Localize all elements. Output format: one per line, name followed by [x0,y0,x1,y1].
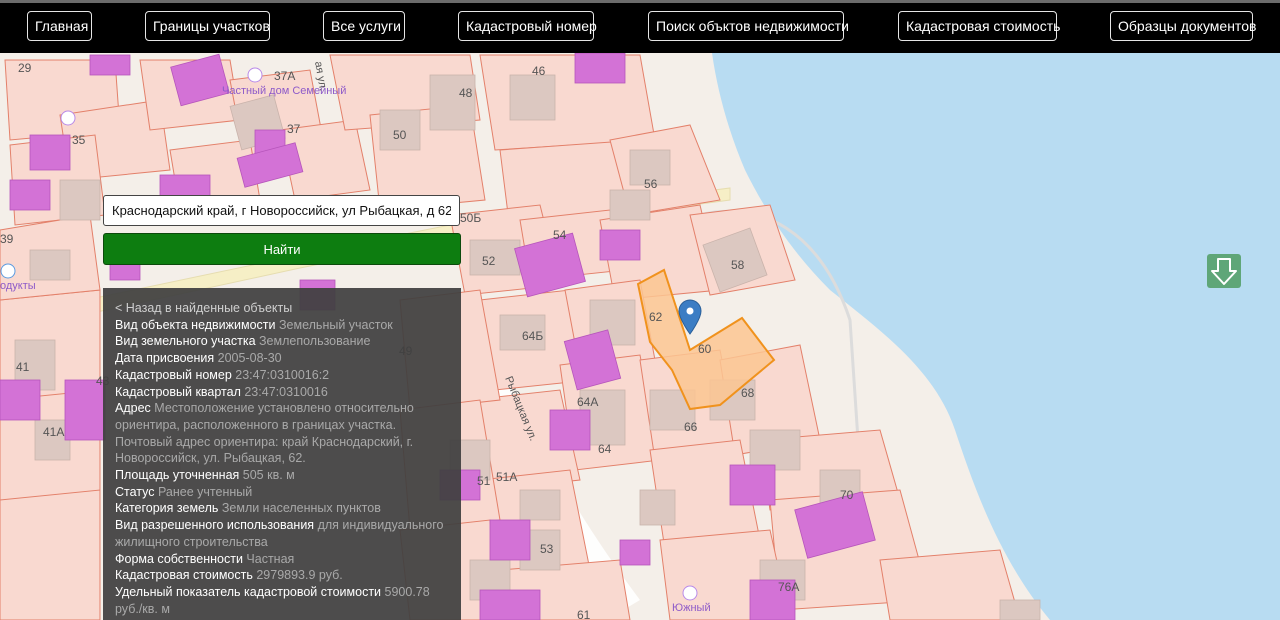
arrow-down-icon[interactable] [1207,254,1241,288]
info-row-value: 23:47:0310016:2 [235,367,330,382]
info-row-key: Вид разрешенного использования [115,518,315,533]
info-row: Форма собственности Частная [115,551,449,568]
info-row: Вид разрешенного использования для индив… [115,517,449,550]
find-button[interactable]: Найти [103,233,461,265]
info-row-key: Удельный показатель кадастровой стоимост… [115,584,382,599]
info-row-value: Земельный участок [279,317,393,332]
info-row: Кадастровая стоимость 2979893.9 руб. [115,567,449,584]
address-search-input[interactable] [103,195,460,226]
info-row-value: 2005-08-30 [217,351,282,366]
info-row-value: Ранее учтенный [158,484,253,499]
info-row: Дата присвоения 2005-08-30 [115,350,449,367]
info-row-key: Дата присвоения [115,351,215,366]
nav-document-samples-button[interactable]: Образцы документов [1110,11,1256,41]
nav-property-search-button[interactable]: Поиск объктов недвижимости [648,11,849,41]
info-row-key: Кадастровый квартал [115,384,241,399]
info-row-value: Землепользование [259,334,371,349]
info-row: Вид объекта недвижимости Земельный участ… [115,317,449,334]
nav-cadastral-number-button[interactable]: Кадастровый номер [458,11,597,41]
property-info-panel: < Назад в найденные объекты Вид объекта … [103,288,461,620]
info-row-key: Площадь уточненная [115,468,240,483]
nav-cadastral-value-button[interactable]: Кадастровая стоимость [898,11,1060,41]
info-row-key: Адрес [115,401,151,416]
top-navigation: Главная Границы участков Все услуги Када… [0,0,1280,53]
info-row-value: Частная [246,551,295,566]
info-row-value: Земли населенных пунктов [221,501,381,516]
info-row: Адрес Местоположение установлено относит… [115,400,449,467]
info-row: Статус Ранее учтенный [115,484,449,501]
info-row-key: Форма собственности [115,551,243,566]
info-row-key: Вид объекта недвижимости [115,317,276,332]
info-row-key: Вид земельного участка [115,334,256,349]
info-row: Кадастровый номер 23:47:0310016:2 [115,367,449,384]
info-row-key: Кадастровая стоимость [115,568,253,583]
info-row: Площадь уточненная 505 кв. м [115,467,449,484]
info-row: Категория земель Земли населенных пункто… [115,500,449,517]
info-row: Удельный показатель кадастровой стоимост… [115,584,449,617]
info-row: Вид земельного участка Землепользование [115,333,449,350]
nav-home-button[interactable]: Главная [27,11,92,41]
back-to-results-link[interactable]: < Назад в найденные объекты [115,300,449,317]
info-rows: Вид объекта недвижимости Земельный участ… [115,317,449,618]
info-row-value: Местоположение установлено относительно … [115,401,414,466]
info-row-key: Категория земель [115,501,219,516]
info-row: Кадастровый квартал 23:47:0310016 [115,384,449,401]
info-row-key: Статус [115,484,155,499]
info-row-value: 23:47:0310016 [244,384,328,399]
info-row-value: 2979893.9 руб. [256,568,343,583]
nav-parcel-boundaries-button[interactable]: Границы участков [145,11,270,41]
info-row-key: Кадастровый номер [115,367,232,382]
info-row-value: 505 кв. м [242,468,295,483]
nav-all-services-button[interactable]: Все услуги [323,11,405,41]
